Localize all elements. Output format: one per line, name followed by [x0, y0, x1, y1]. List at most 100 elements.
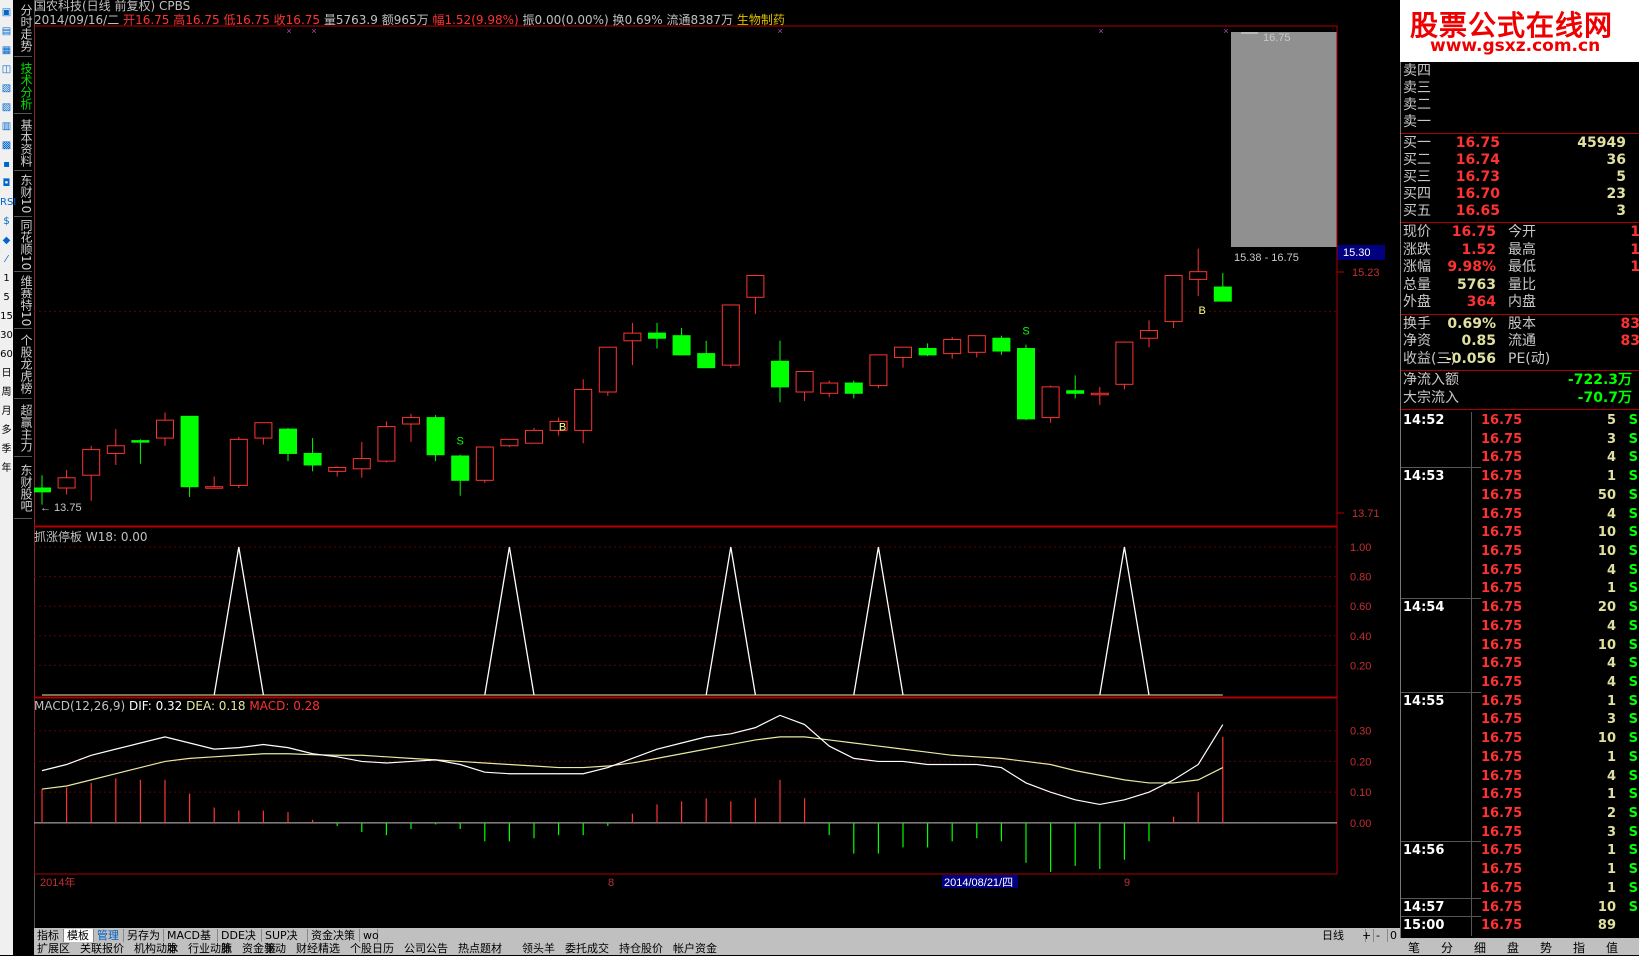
stat-value-2: 83 — [1620, 333, 1639, 349]
left-tool-20-icon[interactable]: 周 — [0, 386, 13, 400]
bottom-tab2-5[interactable]: 财经精选 — [293, 942, 343, 955]
tick-row: 16.75 4 S — [1401, 655, 1639, 672]
indicator-peak — [213, 546, 265, 696]
tick-row: 16.75 4 S — [1401, 618, 1639, 635]
left-tab-8[interactable]: 东财股吧 — [14, 458, 33, 519]
left-tab-3[interactable]: 东财10 — [14, 172, 33, 217]
tick-volume: 1 — [1606, 843, 1616, 859]
candle-body — [279, 428, 297, 454]
bottom-tab-5[interactable]: DDE决策 — [218, 929, 262, 955]
bid-row: 买二 16.74 36 — [1401, 152, 1639, 169]
quote-tab-6[interactable]: 值 — [1606, 939, 1618, 956]
bottom-tab-8[interactable]: wo — [360, 929, 379, 942]
bottom-tab2-12[interactable]: 持仓股价 — [616, 942, 666, 955]
left-tool-5-icon[interactable]: ▨ — [0, 101, 13, 115]
left-tool-23-icon[interactable]: 季 — [0, 443, 13, 457]
header-turn: 0.69% — [624, 13, 663, 27]
left-tool-4-icon[interactable]: ▧ — [0, 82, 13, 96]
bottom-tab-7[interactable]: 资金决策 — [308, 929, 360, 942]
bottom-tab2-4[interactable]: 资金驱动 — [239, 942, 289, 955]
candle-body — [1115, 341, 1134, 385]
candle-body — [648, 332, 666, 339]
tick-side: S — [1628, 768, 1638, 784]
left-tool-17-icon[interactable]: 30 — [0, 329, 13, 343]
bottom-tab-3[interactable]: 另存为 — [124, 929, 164, 942]
left-tool-3-icon[interactable]: ◫ — [0, 63, 13, 77]
left-tool-6-icon[interactable]: ▥ — [0, 120, 13, 134]
left-tool-14-icon[interactable]: 1 — [0, 272, 13, 286]
event-marker: × — [1098, 26, 1103, 36]
bottom-tab2-10[interactable]: 领头羊 — [519, 942, 558, 955]
header-low: 16.75 — [235, 13, 270, 27]
left-tab-5[interactable]: 维赛特10 — [14, 273, 33, 329]
bottom-tab2-13[interactable]: 帐户资金 — [670, 942, 720, 955]
quote-tab-0[interactable]: 笔 — [1408, 939, 1420, 956]
left-tool-1-icon[interactable]: ▤ — [0, 25, 13, 39]
quote-tab-4[interactable]: 势 — [1540, 939, 1552, 956]
bottom-tab2-1[interactable]: 关联报价 — [77, 942, 127, 955]
left-tool-9-icon[interactable]: ◘ — [0, 177, 13, 191]
left-tab-2[interactable]: 基本资料 — [14, 115, 33, 171]
left-tool-11-icon[interactable]: $ — [0, 215, 13, 229]
left-tool-8-icon[interactable]: ▪ — [0, 158, 13, 172]
bottom-tab-2[interactable]: 管理 — [94, 929, 124, 942]
tick-volume: 10 — [1597, 731, 1616, 747]
flow-value: -722.3万 — [1567, 372, 1632, 388]
bid-row: 买四 16.70 23 — [1401, 186, 1639, 203]
candle-body — [992, 337, 1011, 352]
quote-tab-2[interactable]: 细 — [1474, 939, 1486, 956]
left-tool-7-icon[interactable]: ▩ — [0, 139, 13, 153]
left-tab-4[interactable]: 同花顺10 — [14, 218, 33, 272]
left-tool-2-icon[interactable]: ▦ — [0, 44, 13, 58]
left-tab-0[interactable]: 分时走势 — [14, 0, 33, 57]
bottom-tab2-9[interactable] — [509, 942, 515, 955]
bottom-tab-4[interactable]: MACD基本 — [164, 929, 218, 955]
left-tool-21-icon[interactable]: 月 — [0, 405, 13, 419]
left-tab-6[interactable]: 个股龙虎榜 — [14, 330, 33, 399]
bottom-tab2-8[interactable]: 热点题材 — [455, 942, 505, 955]
quote-tab-5[interactable]: 指 — [1573, 939, 1585, 956]
bottom-tab-1[interactable]: 模板 — [64, 929, 94, 942]
zoom-button-0[interactable]: + — [1359, 929, 1374, 942]
left-tab-7[interactable]: 超赢主力 — [14, 400, 33, 457]
left-tool-12-icon[interactable]: ◆ — [0, 234, 13, 248]
left-tab-1[interactable]: 技术分析 — [14, 58, 33, 114]
tick-side: S — [1628, 806, 1638, 821]
left-tool-22-icon[interactable]: 多 — [0, 424, 13, 438]
quote-tab-1[interactable]: 分 — [1441, 939, 1453, 956]
left-tool-16-icon[interactable]: 15 — [0, 310, 13, 324]
tick-price: 16.75 — [1481, 749, 1523, 765]
left-tool-13-icon[interactable]: ⁄ — [0, 253, 13, 267]
tick-time: 14:57 — [1403, 899, 1445, 915]
bottom-tab2-6[interactable]: 个股日历 — [347, 942, 397, 955]
left-tool-10-icon[interactable]: RSI — [0, 196, 16, 210]
left-tool-0-icon[interactable]: ▣ — [0, 6, 13, 20]
candle-body — [229, 438, 248, 486]
tick-volume: 10 — [1597, 637, 1616, 653]
candle-body — [131, 440, 150, 443]
bottom-tab2-3[interactable]: 行业动脉 — [185, 942, 235, 955]
zoom-button-1[interactable]: - — [1373, 929, 1388, 942]
bottom-tab-0[interactable]: 指标 — [34, 929, 64, 942]
tick-separator — [1401, 916, 1481, 918]
tick-price: 16.75 — [1481, 675, 1523, 690]
kline-chart-svg[interactable]: SBSB16.7515.38 - 16.75× × × × ×← 13.7515.301… — [34, 0, 1400, 928]
stat-label: 外盘 — [1403, 294, 1431, 310]
left-tool-19-icon[interactable]: 日 — [0, 367, 13, 381]
header-float: 8387万 — [690, 13, 734, 27]
tick-price: 16.75 — [1481, 562, 1523, 578]
left-tool-24-icon[interactable]: 年 — [0, 462, 13, 476]
bottom-tab2-7[interactable]: 公司公告 — [401, 942, 451, 955]
left-tool-15-icon[interactable]: 5 — [0, 291, 13, 305]
chart-area[interactable]: S B S B 16.75 15.38 - 16.75 × × × × × ← 13.75 15.30 1… — [34, 0, 1400, 935]
bottom-tab-6[interactable]: SUP决策 — [262, 929, 308, 955]
tick-row: 16.75 4 S — [1401, 506, 1639, 523]
header-amp-label: 振 — [522, 13, 535, 27]
left-tool-18-icon[interactable]: 60 — [0, 348, 13, 362]
bottom-tab2-2[interactable]: 机构动脉 — [131, 942, 181, 955]
macd-dea: DEA: 0.18 — [186, 699, 246, 713]
bottom-tab2-11[interactable]: 委托成交 — [562, 942, 612, 955]
bottom-tab2-0[interactable]: 扩展区 — [34, 942, 73, 955]
candle-body — [475, 446, 494, 481]
quote-tab-3[interactable]: 盘 — [1507, 939, 1519, 956]
